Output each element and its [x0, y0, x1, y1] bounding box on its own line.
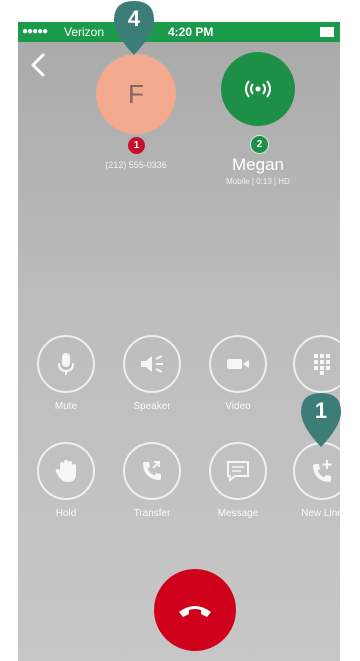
- signal-strength: ●●●●●: [22, 26, 48, 37]
- back-arrow-icon[interactable]: [28, 52, 48, 78]
- transfer-label: Transfer: [133, 508, 171, 519]
- transfer-circle[interactable]: [123, 442, 181, 500]
- speaker-label: Speaker: [133, 401, 171, 412]
- callout-number: 4: [127, 6, 141, 31]
- phone-screen: ●●●●● Verizon 4:20 PM F 1 (212) 555-0336…: [18, 22, 340, 661]
- keypad-circle[interactable]: [293, 335, 340, 393]
- message-button[interactable]: Message: [207, 442, 269, 519]
- mute-circle[interactable]: [37, 335, 95, 393]
- carrier-name: Verizon: [64, 25, 105, 39]
- callout-pin-1: 1: [300, 392, 342, 448]
- status-bar: ●●●●● Verizon 4:20 PM: [18, 22, 340, 42]
- speaker-circle[interactable]: [123, 335, 181, 393]
- speaker-icon: [141, 355, 163, 373]
- microphone-icon: [58, 353, 74, 375]
- mute-button[interactable]: Mute: [35, 335, 97, 412]
- new-line-label: New Line: [301, 508, 340, 519]
- hold-circle[interactable]: [37, 442, 95, 500]
- callout-number: 1: [314, 398, 328, 423]
- battery-icon: [320, 27, 334, 37]
- hold-button[interactable]: Hold: [35, 442, 97, 519]
- transfer-call-icon: [143, 461, 161, 480]
- video-button[interactable]: Video: [207, 335, 269, 412]
- add-call-icon: [313, 460, 332, 482]
- new-line-circle[interactable]: [293, 442, 340, 500]
- transfer-button[interactable]: Transfer: [121, 442, 183, 519]
- caller-badge-2: 2: [250, 135, 269, 154]
- speaker-button[interactable]: Speaker: [121, 335, 183, 412]
- hang-up-icon: [179, 606, 211, 617]
- hand-icon: [55, 460, 76, 482]
- video-label: Video: [225, 401, 251, 412]
- message-circle[interactable]: [209, 442, 267, 500]
- caller-badge-1: 1: [128, 137, 145, 154]
- mute-label: Mute: [54, 401, 78, 412]
- keypad-icon: [314, 354, 330, 375]
- status-time: 4:20 PM: [168, 25, 214, 39]
- message-label: Message: [217, 508, 259, 519]
- video-circle[interactable]: [209, 335, 267, 393]
- hold-label: Hold: [55, 508, 77, 519]
- video-camera-icon: [227, 359, 249, 369]
- caller-avatar-megan[interactable]: [221, 52, 295, 126]
- caller-phone-number: (212) 555-0336: [105, 160, 167, 170]
- new-line-button[interactable]: New Line: [291, 442, 340, 519]
- end-call-button[interactable]: [154, 569, 236, 651]
- message-icon: [227, 461, 249, 482]
- call-detail: Mobile | 0:13 | HD: [226, 177, 290, 186]
- caller-name: Megan: [232, 155, 284, 174]
- active-call-icon: [245, 80, 271, 98]
- caller-initial: F: [128, 78, 144, 109]
- callout-pin-4: 4: [113, 0, 155, 56]
- caller-avatar-f[interactable]: F: [96, 54, 176, 134]
